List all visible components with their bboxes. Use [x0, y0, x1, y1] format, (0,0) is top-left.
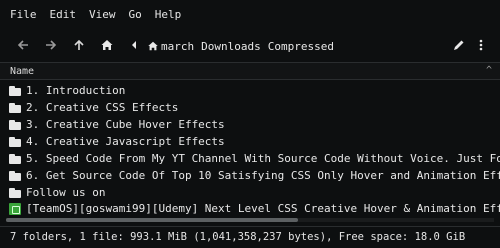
file-name: 3. Creative Cube Hover Effects [26, 118, 225, 131]
edit-path-button[interactable] [450, 36, 468, 54]
menu-file[interactable]: File [10, 8, 37, 21]
file-list: 1. Introduction 2. Creative CSS Effects … [0, 82, 500, 238]
file-name: 1. Introduction [26, 84, 126, 97]
file-name: [TeamOS][goswami99][Udemy] Next Level CS… [26, 202, 500, 215]
path-scroll-left-button[interactable] [125, 36, 143, 54]
column-header-name[interactable]: Name ^ [0, 62, 500, 80]
home-button[interactable] [98, 36, 116, 54]
archive-icon [9, 202, 21, 215]
folder-icon [9, 187, 21, 198]
menu-help[interactable]: Help [155, 8, 182, 21]
folder-icon [9, 102, 21, 113]
back-button[interactable] [14, 36, 32, 54]
file-manager-window: File Edit View Go Help march Downloads C… [0, 0, 500, 248]
list-item[interactable]: 3. Creative Cube Hover Effects [0, 116, 500, 133]
kebab-menu-icon [479, 39, 483, 51]
file-name: 2. Creative CSS Effects [26, 101, 179, 114]
file-name: 5. Speed Code From My YT Channel With So… [26, 152, 500, 165]
file-name: Follow us on [26, 186, 106, 199]
list-item[interactable]: 6. Get Source Code Of Top 10 Satisfying … [0, 167, 500, 184]
menu-go[interactable]: Go [129, 8, 142, 21]
pencil-icon [454, 40, 464, 50]
chevron-left-icon [132, 41, 136, 49]
list-item[interactable]: 5. Speed Code From My YT Channel With So… [0, 150, 500, 167]
overflow-menu-button[interactable] [472, 36, 490, 54]
menu-bar: File Edit View Go Help [0, 0, 500, 28]
breadcrumb-segment-compressed[interactable]: Compressed [268, 40, 334, 53]
status-bar-text: 7 folders, 1 file: 993.1 MiB (1,041,358,… [10, 231, 466, 243]
menu-view[interactable]: View [89, 8, 116, 21]
breadcrumb-segment-downloads[interactable]: Downloads [201, 40, 261, 53]
menu-edit[interactable]: Edit [50, 8, 77, 21]
folder-icon [9, 85, 21, 96]
arrow-left-icon [17, 40, 28, 50]
toolbar: march Downloads Compressed [0, 28, 500, 62]
up-button[interactable] [70, 36, 88, 54]
column-header-label: Name [10, 65, 35, 77]
home-icon [148, 41, 158, 51]
list-item[interactable]: 2. Creative CSS Effects [0, 99, 500, 116]
sort-indicator-icon: ^ [485, 65, 492, 76]
folder-icon [9, 170, 21, 181]
file-name: 6. Get Source Code Of Top 10 Satisfying … [26, 169, 500, 182]
folder-icon [9, 119, 21, 130]
forward-button[interactable] [42, 36, 60, 54]
horizontal-scrollbar[interactable] [0, 135, 500, 141]
list-item[interactable]: Follow us on [0, 184, 500, 201]
list-item[interactable]: [TeamOS][goswami99][Udemy] Next Level CS… [0, 200, 500, 217]
arrow-right-icon [46, 40, 57, 50]
status-divider [0, 226, 500, 227]
folder-icon [9, 153, 21, 164]
breadcrumb-segment-march[interactable]: march [161, 40, 194, 53]
horizontal-scrollbar-track[interactable] [6, 218, 494, 222]
horizontal-scrollbar-thumb[interactable] [6, 218, 298, 222]
arrow-up-icon [74, 39, 84, 50]
list-item[interactable]: 1. Introduction [0, 82, 500, 99]
breadcrumb: march Downloads Compressed [147, 38, 341, 54]
home-icon [101, 40, 113, 50]
